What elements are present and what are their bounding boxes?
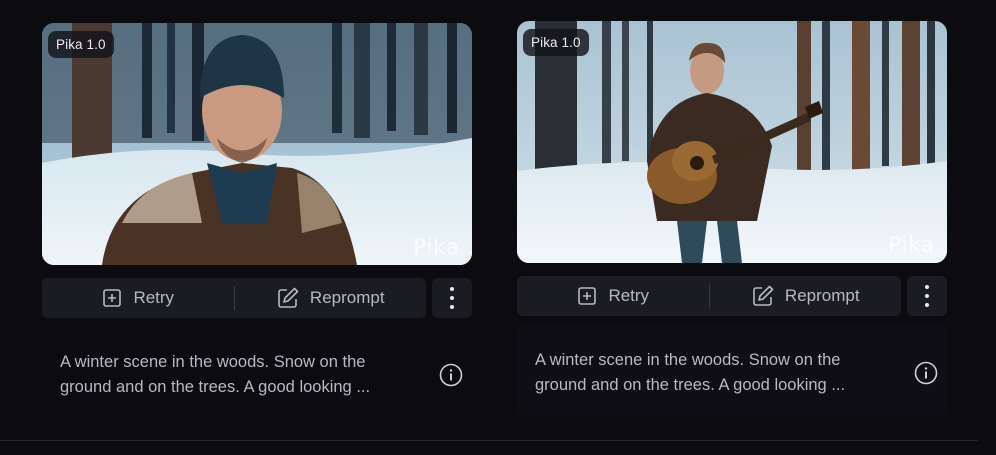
more-options-button[interactable] [907, 276, 947, 316]
edit-icon [753, 285, 774, 306]
reprompt-button[interactable]: Reprompt [235, 278, 427, 318]
prompt-text: A winter scene in the woods. Snow on the… [535, 351, 846, 394]
video-frame-image [517, 21, 947, 263]
section-divider [0, 440, 978, 441]
action-bar: Retry Reprompt [517, 276, 947, 316]
model-badge: Pika 1.0 [48, 31, 114, 58]
action-button-group: Retry Reprompt [42, 278, 426, 318]
more-vertical-icon [925, 285, 929, 307]
edit-icon [278, 287, 299, 308]
prompt-text: A winter scene in the woods. Snow on the… [60, 353, 371, 396]
more-vertical-icon [450, 287, 454, 309]
reprompt-button[interactable]: Reprompt [710, 276, 902, 316]
pika-watermark: Pika [888, 233, 935, 257]
retry-label: Retry [133, 288, 175, 307]
retry-button[interactable]: Retry [42, 278, 234, 318]
more-options-button[interactable] [432, 278, 472, 318]
retry-label: Retry [608, 286, 650, 305]
reprompt-label: Reprompt [309, 288, 385, 307]
retry-button[interactable]: Retry [517, 276, 709, 316]
video-thumbnail[interactable]: Pika 1.0 Pika [42, 23, 472, 265]
prompt-description: A winter scene in the woods. Snow on the… [42, 328, 472, 418]
video-thumbnail[interactable]: Pika 1.0 Pika [517, 21, 947, 263]
action-bar: Retry Reprompt [42, 278, 472, 318]
action-button-group: Retry Reprompt [517, 276, 901, 316]
model-badge: Pika 1.0 [523, 29, 589, 56]
reprompt-label: Reprompt [784, 286, 860, 305]
info-icon[interactable] [914, 361, 938, 385]
retry-icon [103, 289, 122, 307]
prompt-description: A winter scene in the woods. Snow on the… [517, 326, 947, 416]
info-icon[interactable] [439, 363, 463, 387]
pika-watermark: Pika [413, 235, 460, 259]
video-card-1: Pika 1.0 Pika Retry Reprompt A winter sc… [42, 23, 472, 396]
retry-icon [578, 287, 597, 305]
video-frame-image [42, 23, 472, 265]
video-card-2: Pika 1.0 Pika Retry Reprompt A winter sc… [517, 21, 947, 416]
